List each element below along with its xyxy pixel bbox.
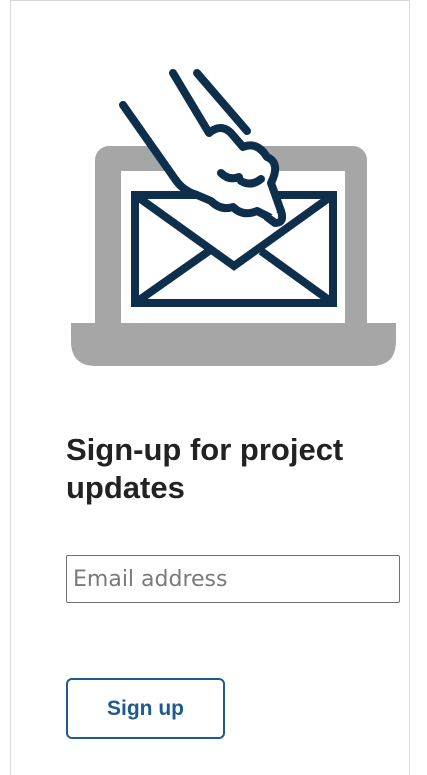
signup-heading: Sign-up for project updates [66, 432, 344, 505]
laptop-base [71, 323, 396, 366]
email-input[interactable] [66, 555, 400, 603]
laptop-envelope-hand-icon [71, 69, 396, 366]
signup-button[interactable]: Sign up [66, 678, 225, 739]
signup-panel: Sign-up for project updates Sign up [10, 0, 410, 775]
